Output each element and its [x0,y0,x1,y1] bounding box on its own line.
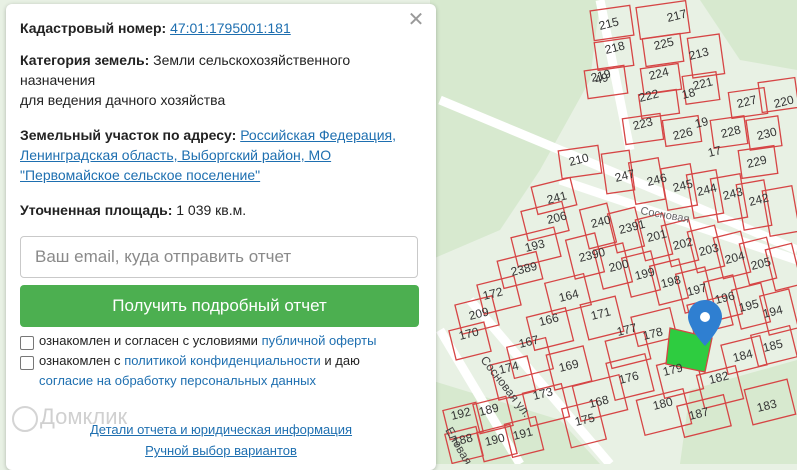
category-row: Категория земель: Земли сельскохозяйстве… [20,50,416,110]
privacy-policy-link[interactable]: политикой конфиденциальности [124,353,321,368]
address-label: Земельный участок по адресу: [20,127,237,143]
area-label: Уточненная площадь: [20,202,173,218]
details-link[interactable]: Детали отчета и юридическая информация [90,422,352,437]
manual-selection-link[interactable]: Ручной выбор вариантов [145,443,297,458]
details-link-row: Детали отчета и юридическая информация [6,422,436,437]
privacy-consent-text-2: согласие на обработку персональных данны… [39,371,426,391]
address-row: Земельный участок по адресу: Российская … [20,125,416,185]
offer-checkbox[interactable] [20,336,34,350]
category-purpose: для ведения дачного хозяйства [20,92,226,108]
privacy-consent-text: ознакомлен с политикой конфиденциальност… [39,353,360,368]
get-report-button[interactable]: Получить подробный отчет [20,285,419,327]
area-row: Уточненная площадь: 1 039 кв.м. [20,200,416,220]
manual-link-row: Ручной выбор вариантов [6,443,436,458]
category-label: Категория земель: [20,52,150,68]
cadastral-number-link[interactable]: 47:01:1795001:181 [170,20,291,36]
email-input[interactable] [20,236,418,278]
cadastral-row: Кадастровый номер: 47:01:1795001:181 [20,18,416,38]
public-offer-link[interactable]: публичной оферты [262,333,377,348]
privacy-checkbox[interactable] [20,356,34,370]
cadastral-label: Кадастровый номер: [20,20,167,36]
parcel-info-panel: ✕ Кадастровый номер: 47:01:1795001:181 К… [6,4,436,470]
area-value: 1 039 кв.м. [176,202,247,218]
offer-consent-text: ознакомлен и согласен с условиями публич… [39,333,377,348]
personal-data-consent-link[interactable]: согласие на обработку персональных данны… [39,373,316,388]
